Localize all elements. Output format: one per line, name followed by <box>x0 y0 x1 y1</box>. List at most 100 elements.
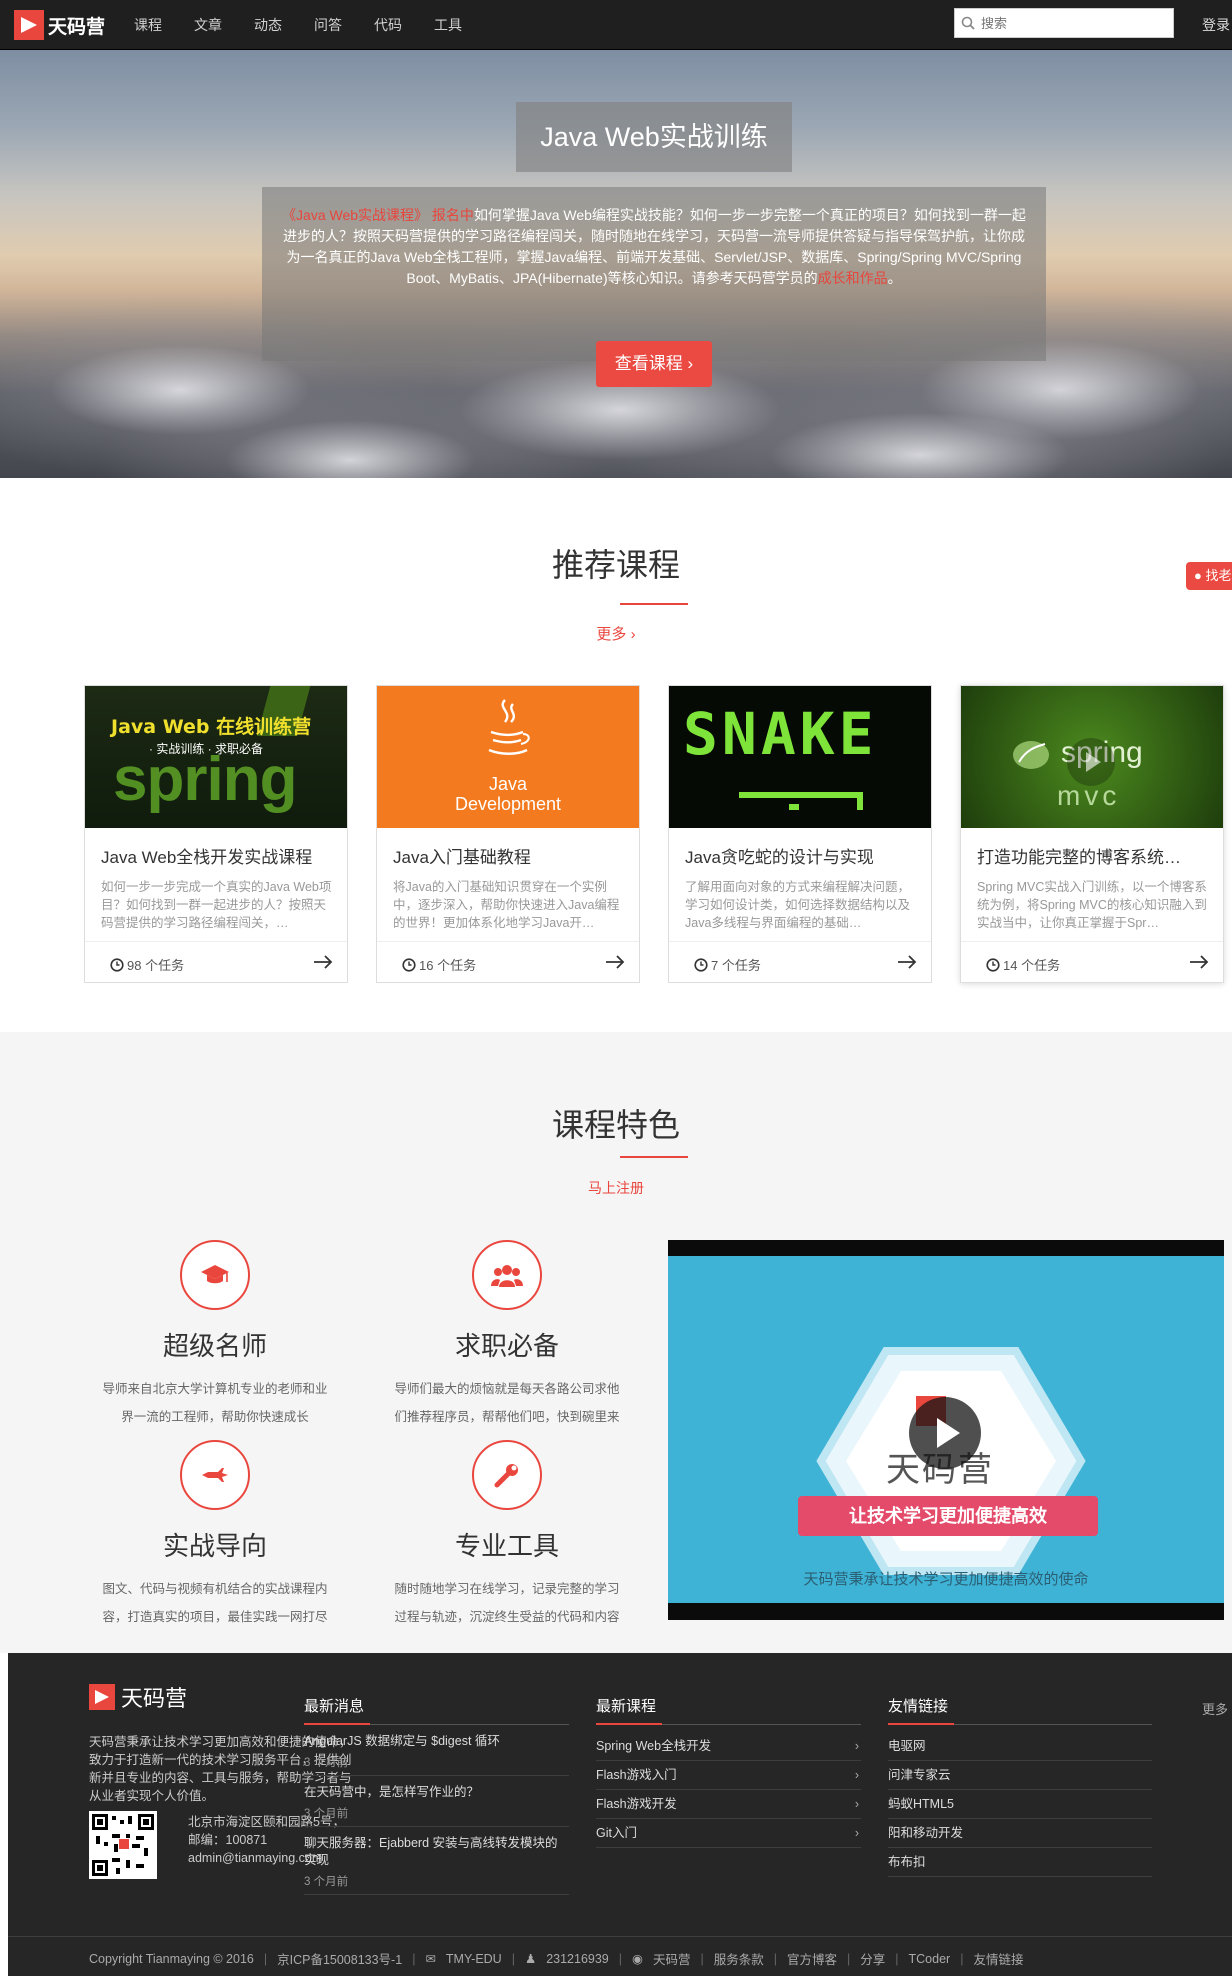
footer-course-link[interactable]: Spring Web全栈开发 › <box>596 1732 861 1761</box>
task-count: 7 个任务 <box>711 958 761 973</box>
nav-item-code[interactable]: 代码 <box>358 0 418 50</box>
search-icon <box>961 16 975 30</box>
register-link[interactable]: 马上注册 <box>0 1178 1232 1198</box>
arrow-right-icon[interactable] <box>897 954 917 970</box>
clock-icon <box>402 957 416 972</box>
news-title[interactable]: 在天码营中，是怎样写作业的？ <box>304 1784 569 1801</box>
tcoder-link[interactable]: TCoder <box>909 1952 951 1966</box>
footer-logo[interactable]: 天码营 <box>89 1681 187 1713</box>
course-description: 了解用面向对象的方式来编程解决问题，学习如何设计类，如何选择数据结构以及Java… <box>685 880 911 930</box>
recommended-more-link[interactable]: 更多 › <box>0 623 1232 644</box>
wechat-id[interactable]: TMY-EDU <box>446 1952 502 1966</box>
news-date: 3 个月前 <box>304 1876 349 1888</box>
site-logo[interactable]: 天码营 <box>14 10 105 40</box>
intro-video-player[interactable]: 天码营 让技术学习更加便捷高效 天码营秉承让技术学习更加便捷高效的使命 <box>668 1240 1224 1620</box>
friend-link[interactable]: 电驱网 <box>888 1732 1152 1761</box>
feature-item: 专业工具 随时随地学习在线学习，记录完整的学习过程与轨迹，沉淀终生受益的代码和内… <box>362 1440 652 1631</box>
wechat-icon: ✉ <box>425 1952 436 1966</box>
footer-course-label: Flash游戏开发 <box>596 1797 677 1811</box>
icp-link[interactable]: 京ICP备15008133号-1 <box>277 1949 402 1968</box>
feature-description: 图文、代码与视频有机结合的实战课程内容，打造真实的项目，最佳实践一网打尽 <box>102 1582 328 1624</box>
fighter-jet-icon <box>202 1468 228 1482</box>
clock-icon <box>986 957 1000 972</box>
course-title[interactable]: Java贪吃蛇的设计与实现 <box>685 843 917 868</box>
course-title[interactable]: Java入门基础教程 <box>393 843 625 868</box>
features-underline <box>620 1156 688 1158</box>
terms-link[interactable]: 服务条款 <box>714 1949 764 1968</box>
footer-course-link[interactable]: Flash游戏入门 › <box>596 1761 861 1790</box>
chevron-right-icon: › <box>854 1826 859 1840</box>
hero-description: 《Java Web实战课程》 报名中如何掌握Java Web编程实战技能？如何一… <box>262 187 1046 361</box>
wrench-icon <box>494 1464 518 1488</box>
news-item[interactable]: 在天码营中，是怎样写作业的？ 3 个月前 <box>304 1776 569 1827</box>
news-date: 3 个月前 <box>304 1757 349 1769</box>
course-title[interactable]: 打造功能完整的博客系统… <box>977 843 1209 868</box>
footer-course-link[interactable]: Git入门 › <box>596 1819 861 1848</box>
thumb-text: Java <box>488 774 528 794</box>
friend-link[interactable]: 蚂蚁HTML5 <box>888 1790 1152 1819</box>
friend-links-bottom[interactable]: 友情链接 <box>973 1949 1023 1968</box>
course-card[interactable]: SNAKE Java贪吃蛇的设计与实现 了解用面向对象的方式来编程解决问题，学习… <box>668 685 932 983</box>
qr-code-icon <box>92 1814 154 1876</box>
course-thumbnail: SNAKE <box>669 686 931 828</box>
news-title[interactable]: 聊天服务器：Ejabberd 安装与高线转发模块的实现 <box>304 1835 569 1869</box>
logo-mark-icon <box>14 10 44 40</box>
nav-item-qa[interactable]: 问答 <box>298 0 358 50</box>
weibo-link[interactable]: 天码营 <box>653 1949 691 1968</box>
news-title[interactable]: AngularJS 数据绑定与 $digest 循环 <box>304 1733 569 1750</box>
share-link[interactable]: 分享 <box>860 1949 885 1968</box>
video-screen: 天码营 让技术学习更加便捷高效 天码营秉承让技术学习更加便捷高效的使命 <box>668 1256 1224 1603</box>
search-box <box>954 8 1174 38</box>
footer-course-link[interactable]: Flash游戏开发 › <box>596 1790 861 1819</box>
courses-heading: 最新课程 <box>596 1695 861 1725</box>
news-item[interactable]: AngularJS 数据绑定与 $digest 循环 3 个月前 <box>304 1725 569 1776</box>
course-card[interactable]: Java Web 在线训练营 · 实战训练 · 求职必备 spring Java… <box>84 685 348 983</box>
search-input[interactable] <box>981 15 1161 31</box>
qr-code <box>89 1811 157 1879</box>
hero-banner: Java Web实战训练 《Java Web实战课程》 报名中如何掌握Java … <box>0 50 1232 478</box>
course-description: 如何一步一步完成一个真实的Java Web项目？如何找到一群一起进步的人？按照天… <box>101 880 332 930</box>
view-courses-button[interactable]: 查看课程 › <box>596 341 712 387</box>
recommended-title: 推荐课程 <box>551 547 680 583</box>
copyright: Copyright Tianmaying © 2016 <box>89 1951 254 1966</box>
news-item[interactable]: 聊天服务器：Ejabberd 安装与高线转发模块的实现 3 个月前 <box>304 1827 569 1895</box>
course-title[interactable]: Java Web全栈开发实战课程 <box>101 843 333 868</box>
task-count: 98 个任务 <box>127 958 185 973</box>
play-icon <box>1067 738 1115 786</box>
chevron-right-icon: › <box>854 1739 859 1753</box>
side-float-tab[interactable]: ● 找老 <box>1186 562 1232 590</box>
nav-item-tools[interactable]: 工具 <box>418 0 478 50</box>
arrow-right-icon[interactable] <box>605 954 625 970</box>
friend-link[interactable]: 问津专家云 <box>888 1761 1152 1790</box>
video-caption: 天码营秉承让技术学习更加便捷高效的使命 <box>803 1571 1089 1588</box>
nav-item-articles[interactable]: 文章 <box>178 0 238 50</box>
course-card[interactable]: Java Development Java入门基础教程 将Java的入门基础知识… <box>376 685 640 983</box>
qq-id[interactable]: 231216939 <box>546 1952 609 1966</box>
hero-desc-link[interactable]: 成长和作品 <box>818 270 888 286</box>
features-title: 课程特色 <box>551 1107 680 1143</box>
thumb-text: Java Web 在线训练营 <box>111 716 312 738</box>
hero-title: Java Web实战训练 <box>516 102 792 172</box>
news-date: 3 个月前 <box>304 1808 349 1820</box>
hero-desc-highlight[interactable]: 《Java Web实战课程》 报名中 <box>282 207 474 223</box>
arrow-right-icon[interactable] <box>1189 954 1209 970</box>
friend-links-more[interactable]: 更多 <box>1202 1699 1228 1718</box>
course-card[interactable]: spring mvc 打造功能完整的博客系统… Spring MVC实战入门训练… <box>960 685 1224 983</box>
thumb-subtext: Development <box>454 794 562 814</box>
nav-item-activity[interactable]: 动态 <box>238 0 298 50</box>
nav-item-courses[interactable]: 课程 <box>118 0 178 50</box>
play-button-icon[interactable] <box>908 1396 982 1470</box>
arrow-right-icon[interactable] <box>313 954 333 970</box>
course-thumbnail: Java Development <box>377 686 639 828</box>
feature-description: 导师来自北京大学计算机专业的老师和业界一流的工程师，帮助你快速成长 <box>102 1382 328 1424</box>
course-description: 将Java的入门基础知识贯穿在一个实例中，逐步深入，帮助你快速进入Java编程的… <box>393 880 620 930</box>
top-navbar: 天码营 课程 文章 动态 问答 代码 工具 登录 <box>0 0 1232 50</box>
hero-desc-end: 。 <box>887 270 902 286</box>
friend-link[interactable]: 布布扣 <box>888 1848 1152 1877</box>
blog-link[interactable]: 官方博客 <box>787 1949 837 1968</box>
friend-links-heading: 友情链接 <box>888 1695 1152 1725</box>
task-count: 14 个任务 <box>1003 958 1061 973</box>
course-thumbnail: spring mvc <box>961 686 1223 828</box>
friend-link[interactable]: 阳和移动开发 <box>888 1819 1152 1848</box>
login-link[interactable]: 登录 <box>1202 0 1230 50</box>
